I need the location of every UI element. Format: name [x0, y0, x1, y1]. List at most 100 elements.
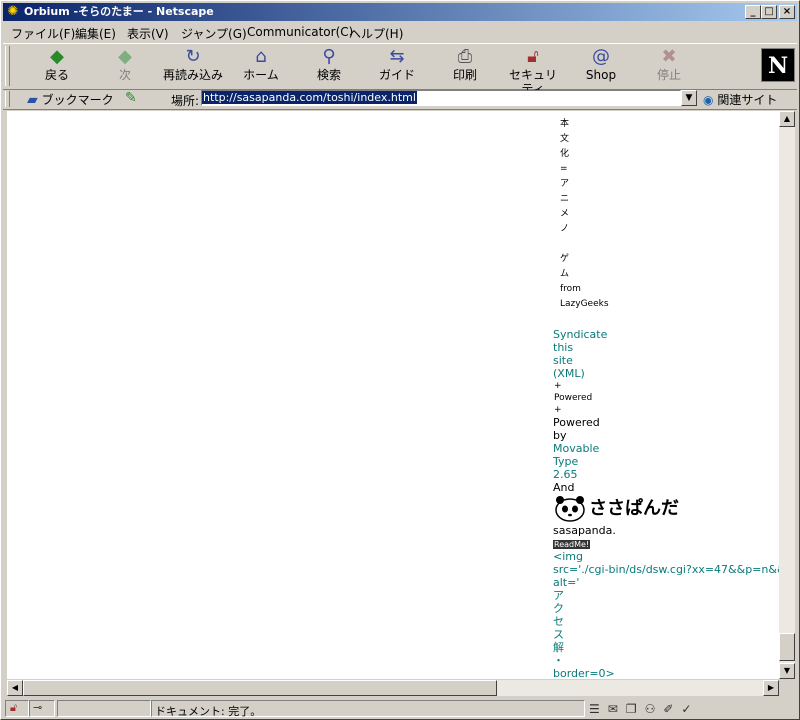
- related-sites-button[interactable]: ◉ 関連サイト: [703, 91, 777, 108]
- browser-window: ✺ Orbium -そらのたまー - Netscape _ □ × ファイル(F…: [0, 0, 800, 720]
- minimize-button[interactable]: _: [745, 5, 761, 19]
- version-link[interactable]: 2.65: [553, 468, 779, 481]
- forward-button[interactable]: ◆ 次: [95, 46, 155, 86]
- stop-button[interactable]: ✖ 停止: [639, 46, 699, 86]
- security-status-panel[interactable]: 🔓︎: [5, 700, 29, 717]
- movable-type-link[interactable]: Movable: [553, 442, 779, 455]
- related-globe-icon: ◉: [703, 93, 714, 107]
- from-text: from: [560, 284, 581, 294]
- menu-help[interactable]: ヘルプ(H): [349, 25, 403, 42]
- scroll-down-button[interactable]: ▼: [779, 663, 795, 679]
- newsgroup-icon[interactable]: ❐: [626, 702, 645, 716]
- menu-file[interactable]: ファイル(F): [11, 25, 75, 42]
- home-button[interactable]: ⌂ ホーム: [231, 46, 291, 86]
- code-line: ・: [553, 654, 564, 667]
- bookmark-book-icon: ▰: [27, 92, 38, 108]
- url-input[interactable]: http://sasapanda.com/toshi/index.html: [201, 90, 681, 106]
- and-text: And: [553, 481, 575, 494]
- powered-small-text: Powered: [554, 393, 593, 403]
- print-icon: ⎙: [457, 46, 473, 67]
- menu-bar: ファイル(F) 編集(E) 表示(V) ジャンプ(G) Communicator…: [3, 22, 797, 41]
- lazygeeks-text: LazyGeeks: [560, 299, 609, 309]
- code-line: <img: [553, 550, 583, 563]
- vertical-scroll-thumb[interactable]: [779, 633, 795, 661]
- menu-go[interactable]: ジャンプ(G): [181, 25, 247, 42]
- location-label: 場所:: [171, 94, 200, 108]
- panda-icon: [555, 496, 585, 522]
- window-title: Orbium -そらのたまー - Netscape: [24, 5, 214, 18]
- sidebar-column: 本 文 化 = ア ニ メ ノ ゲ ム from LazyGeeks Syndi…: [553, 111, 779, 679]
- related-sites-label: 関連サイト: [717, 93, 778, 107]
- by-text: by: [553, 429, 567, 442]
- scroll-right-button[interactable]: ▶: [763, 680, 779, 696]
- lock-icon: 🔓︎: [527, 46, 539, 67]
- title-bar: ✺ Orbium -そらのたまー - Netscape _ □ ×: [3, 3, 797, 21]
- security-lock-icon: 🔓︎: [10, 701, 18, 714]
- menu-view[interactable]: 表示(V): [127, 25, 169, 42]
- sasapanda-logo[interactable]: ささぱんだ: [553, 494, 779, 524]
- forward-arrow-icon: ◆: [118, 46, 132, 67]
- syndicate-link[interactable]: (XML): [553, 367, 779, 380]
- code-line: alt=': [553, 576, 580, 589]
- maximize-button[interactable]: □: [761, 5, 777, 19]
- menu-edit[interactable]: 編集(E): [75, 25, 116, 42]
- scroll-up-button[interactable]: ▲: [779, 111, 795, 127]
- search-button[interactable]: ⚲ 検索: [299, 46, 359, 86]
- logo-text: ささぱんだ: [589, 498, 679, 519]
- vertical-char: ゲ: [560, 254, 570, 264]
- page-proxy-icon[interactable]: ✎: [125, 90, 137, 106]
- sasapanda-text: sasapanda.: [553, 524, 616, 537]
- toolbar-grip[interactable]: [5, 46, 10, 86]
- vertical-char: 化: [560, 149, 570, 159]
- vertical-char: メ: [560, 209, 570, 219]
- menu-communicator[interactable]: Communicator(C): [247, 25, 353, 39]
- vertical-char: ニ: [560, 194, 570, 204]
- shop-button[interactable]: @ Shop: [571, 46, 631, 86]
- syndicate-link[interactable]: Syndicate: [553, 328, 779, 341]
- vertical-char: =: [560, 164, 568, 174]
- location-grip[interactable]: [5, 91, 10, 107]
- navigation-toolbar: ◆ 戻る ◆ 次 ↻ 再読み込み ⌂ ホーム ⚲ 検索 ⇆ ガイド ⎙ 印刷 🔓…: [3, 43, 797, 96]
- vertical-scrollbar[interactable]: ▲ ▼: [779, 111, 795, 679]
- code-line: border=0>: [553, 667, 615, 679]
- horizontal-scrollbar[interactable]: ◀ ▶: [7, 680, 779, 696]
- address-book-icon[interactable]: ⚇: [645, 702, 664, 716]
- netscape-logo[interactable]: N: [761, 48, 795, 82]
- vertical-char: ム: [560, 269, 570, 279]
- readme-badge[interactable]: ReadMe!: [553, 540, 591, 549]
- mail-icon[interactable]: ✉: [608, 702, 626, 716]
- status-bar: 🔓︎ ⊸ ドキュメント: 完了。 ☰✉❐⚇✐✓: [3, 699, 797, 719]
- reload-icon: ↻: [185, 46, 201, 67]
- horizontal-scroll-thumb[interactable]: [23, 680, 497, 696]
- close-button[interactable]: ×: [779, 5, 795, 19]
- navigator-icon[interactable]: ☰: [589, 702, 608, 716]
- scroll-left-button[interactable]: ◀: [7, 680, 23, 696]
- code-line: ク: [553, 602, 564, 615]
- code-line: ア: [553, 589, 564, 602]
- home-icon: ⌂: [255, 46, 267, 67]
- syndicate-link[interactable]: this: [553, 341, 779, 354]
- shop-icon: @: [592, 46, 610, 67]
- composer-icon[interactable]: ✐: [663, 702, 681, 716]
- bookmarks-button[interactable]: ▰ ブックマーク: [27, 91, 114, 108]
- movable-type-link[interactable]: Type: [553, 455, 779, 468]
- url-dropdown-button[interactable]: ▼: [681, 90, 697, 106]
- vertical-char: 本: [560, 119, 570, 129]
- aim-icon[interactable]: ✓: [681, 702, 699, 716]
- connection-plug-icon: ⊸: [33, 701, 43, 714]
- bookmarks-label: ブックマーク: [41, 93, 114, 107]
- security-button[interactable]: 🔓︎ セキュリティ: [503, 46, 563, 96]
- back-button[interactable]: ◆ 戻る: [27, 46, 87, 86]
- code-line: セ: [553, 615, 564, 628]
- progress-panel: [57, 700, 151, 717]
- plus-separator: +: [554, 405, 562, 415]
- print-button[interactable]: ⎙ 印刷: [435, 46, 495, 86]
- vertical-char: ノ: [560, 224, 570, 234]
- code-line: 解: [553, 641, 564, 654]
- stop-icon: ✖: [661, 46, 677, 67]
- syndicate-link[interactable]: site: [553, 354, 779, 367]
- reload-button[interactable]: ↻ 再読み込み: [163, 46, 223, 86]
- guide-button[interactable]: ⇆ ガイド: [367, 46, 427, 86]
- netscape-app-icon: ✺: [7, 4, 19, 19]
- status-text: ドキュメント: 完了。: [155, 705, 262, 718]
